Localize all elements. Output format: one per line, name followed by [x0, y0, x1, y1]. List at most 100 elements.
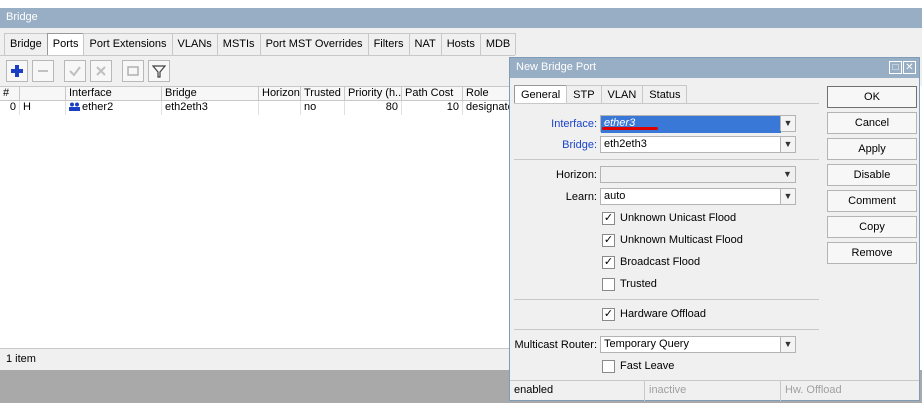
remove-button[interactable]: Remove	[827, 242, 917, 264]
check-icon	[69, 65, 81, 77]
cell-interface: ether2	[66, 101, 162, 115]
bridge-dropdown-button[interactable]: ▼	[780, 137, 795, 152]
learn-dropdown-button[interactable]: ▼	[780, 189, 795, 204]
separator	[514, 159, 819, 160]
cell-role: designated	[463, 101, 515, 115]
cell-flag: H	[20, 101, 66, 115]
trusted-checkbox[interactable]: Trusted	[602, 276, 657, 292]
dialog-tab-vlan[interactable]: VLAN	[600, 85, 644, 104]
disable-button[interactable]	[90, 59, 112, 82]
horizon-dropdown-button[interactable]: ▼	[780, 167, 795, 182]
chevron-down-icon: ▼	[783, 339, 793, 349]
cell-horizon	[259, 101, 301, 115]
filter-icon	[152, 64, 166, 78]
chevron-down-icon: ▼	[783, 139, 793, 149]
chevron-down-icon: ▼	[783, 191, 793, 201]
col-header-horizon[interactable]: Horizon	[259, 87, 301, 100]
tab-port-extensions[interactable]: Port Extensions	[83, 33, 173, 55]
window-title: Bridge	[6, 11, 38, 23]
checkbox-box[interactable]: ✓	[602, 307, 615, 321]
dialog-status-bar: enabled inactive Hw. Offload	[510, 380, 919, 401]
checkbox-box[interactable]: ✓	[602, 233, 615, 247]
col-header-num[interactable]: #	[0, 87, 20, 100]
checkbox-box[interactable]: ✓	[602, 255, 615, 269]
interface-icon	[69, 102, 80, 111]
dialog-tab-bar: General STP VLAN Status	[514, 85, 688, 104]
unknown-multicast-flood-label: Unknown Multicast Flood	[620, 234, 743, 246]
col-header-trusted[interactable]: Trusted	[301, 87, 345, 100]
multicast-router-dropdown-button[interactable]: ▼	[780, 337, 795, 352]
multicast-router-value: Temporary Query	[604, 338, 689, 350]
interface-name: ether2	[82, 101, 114, 113]
tab-ports[interactable]: Ports	[46, 33, 85, 55]
checkbox-box[interactable]	[602, 277, 615, 291]
plus-icon	[11, 64, 23, 77]
interface-value: ether3	[601, 116, 781, 133]
ok-button[interactable]: OK	[827, 86, 917, 108]
separator	[514, 299, 819, 300]
tab-mstis[interactable]: MSTIs	[216, 33, 261, 55]
unknown-unicast-flood-checkbox[interactable]: ✓ Unknown Unicast Flood	[602, 210, 736, 226]
maximize-button[interactable]: □	[889, 61, 902, 74]
broadcast-flood-checkbox[interactable]: ✓ Broadcast Flood	[602, 254, 700, 270]
status-inactive: inactive	[645, 381, 781, 401]
tab-vlans[interactable]: VLANs	[171, 33, 218, 55]
learn-value: auto	[604, 190, 626, 202]
learn-label: Learn:	[565, 190, 597, 203]
learn-select[interactable]: auto ▼	[600, 188, 796, 205]
cell-priority: 80	[345, 101, 402, 115]
col-header-interface[interactable]: Interface	[66, 87, 162, 100]
bridge-select[interactable]: eth2eth3 ▼	[600, 136, 796, 153]
copy-button[interactable]: Copy	[827, 216, 917, 238]
unknown-multicast-flood-checkbox[interactable]: ✓ Unknown Multicast Flood	[602, 232, 743, 248]
multicast-router-select[interactable]: Temporary Query ▼	[600, 336, 796, 353]
tab-nat[interactable]: NAT	[408, 33, 442, 55]
col-header-path-cost[interactable]: Path Cost	[402, 87, 463, 100]
chevron-down-icon: ▼	[783, 169, 792, 179]
remove-button[interactable]	[32, 59, 54, 82]
dialog-tab-general[interactable]: General	[514, 85, 568, 104]
comment-button[interactable]	[122, 59, 144, 82]
tab-mdb[interactable]: MDB	[479, 33, 517, 55]
cancel-button[interactable]: Cancel	[827, 112, 917, 134]
interface-label: Interface:	[551, 117, 597, 130]
tab-hosts[interactable]: Hosts	[440, 33, 481, 55]
col-header-role[interactable]: Role	[463, 87, 515, 100]
col-header-flag[interactable]	[20, 87, 66, 100]
dialog-tab-status[interactable]: Status	[642, 85, 688, 104]
tab-filters[interactable]: Filters	[367, 33, 410, 55]
checkbox-box[interactable]	[602, 359, 615, 373]
tab-port-mst-overrides[interactable]: Port MST Overrides	[259, 33, 369, 55]
top-strip	[0, 0, 922, 8]
close-button[interactable]: ✕	[903, 61, 916, 74]
dialog-tab-stp[interactable]: STP	[566, 85, 602, 104]
multicast-router-label: Multicast Router:	[514, 338, 597, 351]
bridge-value: eth2eth3	[604, 138, 647, 150]
cell-num: 0	[0, 101, 20, 115]
hardware-offload-label: Hardware Offload	[620, 308, 707, 320]
hardware-offload-checkbox[interactable]: ✓ Hardware Offload	[602, 306, 706, 322]
col-header-priority[interactable]: Priority (h...	[345, 87, 402, 100]
comment-button[interactable]: Comment	[827, 190, 917, 212]
bridge-row: Bridge: eth2eth3 ▼	[514, 136, 796, 153]
status-enabled: enabled	[510, 381, 645, 401]
horizon-input[interactable]: ▼	[600, 166, 796, 183]
dialog-titlebar[interactable]: New Bridge Port □ ✕	[510, 58, 919, 78]
disable-button[interactable]: Disable	[827, 164, 917, 186]
dialog-button-column: OK Cancel Apply Disable Comment Copy Rem…	[827, 86, 917, 268]
status-bar: 1 item	[0, 348, 515, 370]
chevron-down-icon: ▼	[783, 118, 793, 128]
add-button[interactable]	[6, 59, 28, 82]
filter-button[interactable]	[148, 59, 170, 82]
checkbox-box[interactable]: ✓	[602, 211, 615, 225]
tab-bridge[interactable]: Bridge	[4, 33, 48, 55]
close-icon: ✕	[905, 62, 914, 73]
table-row[interactable]: 0 H ether2 eth2eth3 no 80 10 designated	[0, 101, 515, 115]
table-header: # Interface Bridge Horizon Trusted Prior…	[0, 87, 515, 101]
new-bridge-port-dialog: New Bridge Port □ ✕ General STP VLAN Sta…	[509, 57, 920, 401]
enable-button[interactable]	[64, 59, 86, 82]
fast-leave-checkbox[interactable]: Fast Leave	[602, 358, 674, 374]
interface-dropdown-button[interactable]: ▼	[780, 116, 795, 131]
col-header-bridge[interactable]: Bridge	[162, 87, 259, 100]
apply-button[interactable]: Apply	[827, 138, 917, 160]
